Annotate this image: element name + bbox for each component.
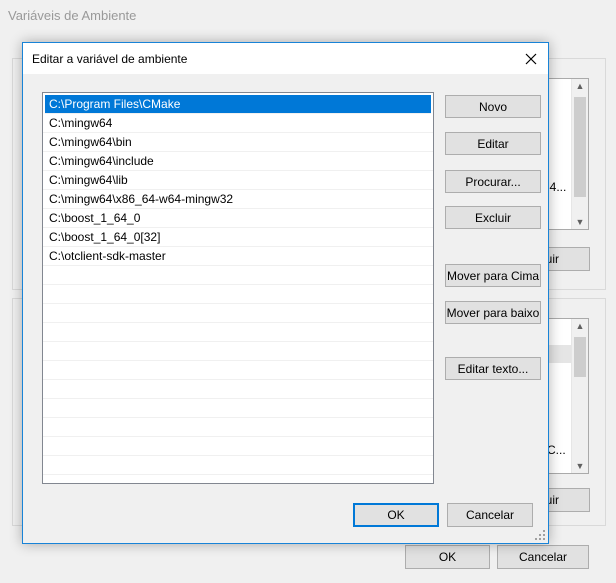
path-list-empty-row[interactable] bbox=[43, 380, 433, 399]
dialog-titlebar[interactable]: Editar a variável de ambiente bbox=[23, 43, 548, 74]
path-list-item[interactable]: C:\otclient-sdk-master bbox=[43, 247, 433, 266]
path-list-empty-row[interactable] bbox=[43, 456, 433, 475]
path-list-item[interactable]: C:\boost_1_64_0[32] bbox=[43, 228, 433, 247]
background-window-title: Variáveis de Ambiente bbox=[8, 8, 137, 23]
resize-grip-icon[interactable] bbox=[534, 529, 546, 541]
scrollbar-thumb[interactable] bbox=[574, 97, 586, 197]
delete-button[interactable]: Excluir bbox=[445, 206, 541, 229]
move-down-button[interactable]: Mover para baixo bbox=[445, 301, 541, 324]
path-list-item[interactable]: C:\Program Files\CMake bbox=[45, 95, 431, 114]
ok-button[interactable]: OK bbox=[353, 503, 439, 527]
browse-button[interactable]: Procurar... bbox=[445, 170, 541, 193]
scroll-down-arrow-icon[interactable]: ▼ bbox=[572, 217, 588, 227]
path-list-empty-row[interactable] bbox=[43, 437, 433, 456]
system-variable-partial-value: C... bbox=[547, 443, 566, 457]
path-list-empty-row[interactable] bbox=[43, 418, 433, 437]
edit-variable-dialog: Editar a variável de ambiente C:\Program… bbox=[22, 42, 549, 544]
path-list-item[interactable]: C:\mingw64\x86_64-w64-mingw32 bbox=[43, 190, 433, 209]
background-cancel-button[interactable]: Cancelar bbox=[497, 545, 589, 569]
edit-text-button[interactable]: Editar texto... bbox=[445, 357, 541, 380]
new-button[interactable]: Novo bbox=[445, 95, 541, 118]
dialog-title: Editar a variável de ambiente bbox=[32, 52, 188, 66]
path-list-item[interactable]: C:\mingw64\include bbox=[43, 152, 433, 171]
path-list-item[interactable]: C:\mingw64 bbox=[43, 114, 433, 133]
path-list[interactable]: C:\Program Files\CMake C:\mingw64 C:\mingw… bbox=[42, 92, 434, 484]
user-variables-scrollbar[interactable]: ▲ ▼ bbox=[571, 79, 588, 229]
path-list-empty-row[interactable] bbox=[43, 285, 433, 304]
edit-button[interactable]: Editar bbox=[445, 132, 541, 155]
cancel-button[interactable]: Cancelar bbox=[447, 503, 533, 527]
path-list-item[interactable]: C:\boost_1_64_0 bbox=[43, 209, 433, 228]
scroll-down-arrow-icon[interactable]: ▼ bbox=[572, 461, 588, 471]
system-variables-scrollbar[interactable]: ▲ ▼ bbox=[571, 319, 588, 473]
path-list-empty-row[interactable] bbox=[43, 361, 433, 380]
path-list-item[interactable]: C:\mingw64\lib bbox=[43, 171, 433, 190]
path-list-empty-row[interactable] bbox=[43, 399, 433, 418]
scrollbar-thumb[interactable] bbox=[574, 337, 586, 377]
path-list-empty-row[interactable] bbox=[43, 342, 433, 361]
move-up-button[interactable]: Mover para Cima bbox=[445, 264, 541, 287]
close-icon[interactable] bbox=[514, 43, 548, 74]
path-list-item[interactable]: C:\mingw64\bin bbox=[43, 133, 433, 152]
path-list-empty-row[interactable] bbox=[43, 266, 433, 285]
path-list-empty-row[interactable] bbox=[43, 304, 433, 323]
path-list-empty-row[interactable] bbox=[43, 323, 433, 342]
scroll-up-arrow-icon[interactable]: ▲ bbox=[572, 81, 588, 91]
background-ok-button[interactable]: OK bbox=[405, 545, 490, 569]
scroll-up-arrow-icon[interactable]: ▲ bbox=[572, 321, 588, 331]
